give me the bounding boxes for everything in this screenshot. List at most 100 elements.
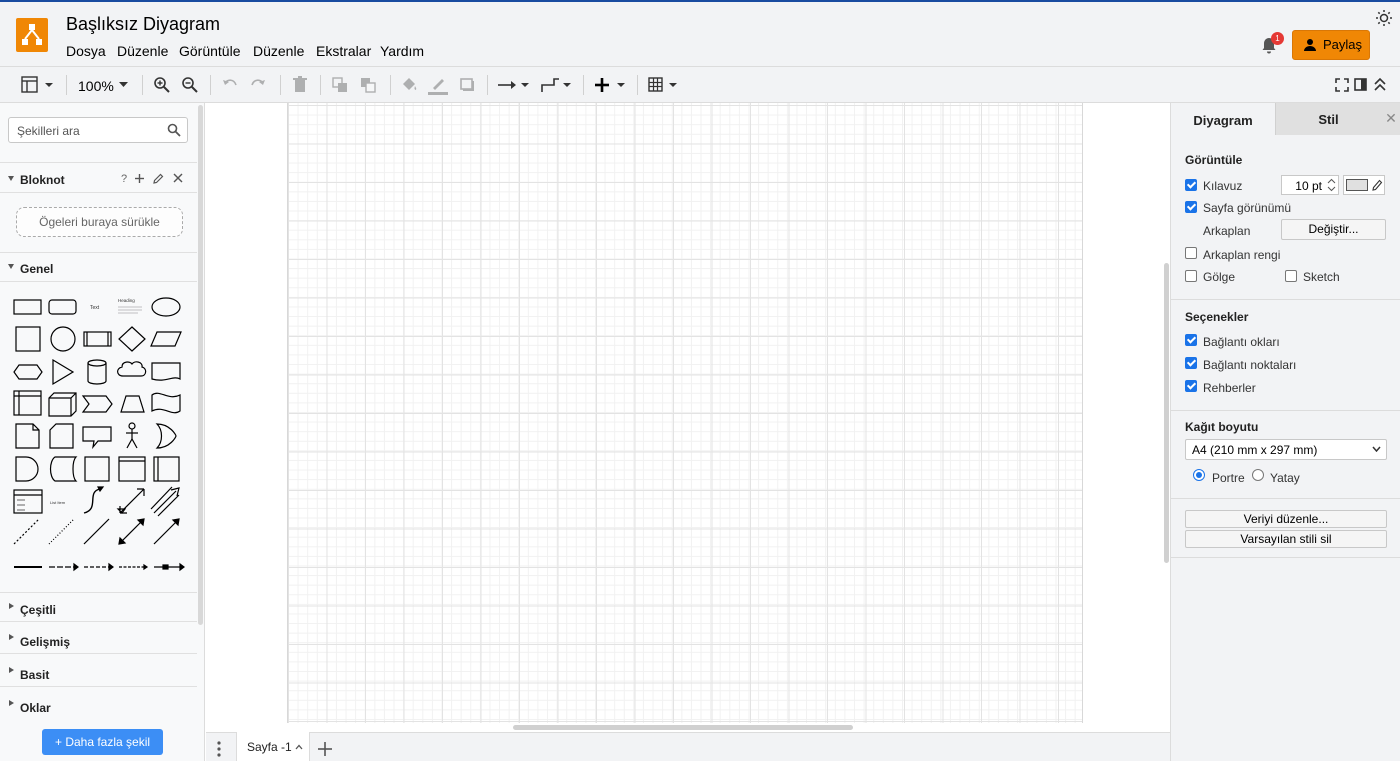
shape-cloud[interactable] <box>117 361 147 377</box>
edit-data-button[interactable]: Veriyi düzenle... <box>1185 510 1387 528</box>
format-panel-icon[interactable] <box>21 75 55 95</box>
zoom-select[interactable]: 100% <box>78 75 130 95</box>
shape-cube[interactable] <box>48 392 77 417</box>
shape-swimlane[interactable] <box>153 456 180 482</box>
shape-dashed-line[interactable] <box>13 518 40 545</box>
shape-rectangle[interactable] <box>13 299 42 315</box>
add-icon[interactable] <box>134 173 145 184</box>
shape-arrow[interactable] <box>150 486 180 517</box>
vertical-scrollbar[interactable] <box>1164 263 1169 563</box>
fill-color-icon[interactable] <box>400 75 418 95</box>
shape-line[interactable] <box>83 518 110 545</box>
connection-arrows-checkbox[interactable] <box>1185 334 1197 346</box>
grid-color-button[interactable] <box>1343 175 1385 195</box>
menu-file[interactable]: Dosya <box>66 43 106 59</box>
diagram-canvas[interactable] <box>206 103 1170 732</box>
share-button[interactable]: Paylaş <box>1292 30 1370 60</box>
tab-diagram[interactable]: Diyagram <box>1171 103 1275 135</box>
section-misc[interactable]: Çeşitli <box>0 592 197 622</box>
to-back-icon[interactable] <box>359 75 377 95</box>
more-shapes-button[interactable]: + Daha fazla şekil <box>42 729 163 755</box>
sidebar-scrollbar[interactable] <box>198 105 203 625</box>
sketch-checkbox[interactable] <box>1285 270 1297 282</box>
menu-help[interactable]: Yardım <box>380 43 424 59</box>
stepper-icon[interactable] <box>1327 178 1336 192</box>
shape-actor[interactable] <box>126 422 138 449</box>
section-arrows[interactable]: Oklar <box>0 690 197 720</box>
page-tab[interactable]: Sayfa -1 <box>236 732 310 761</box>
search-icon[interactable] <box>167 123 181 137</box>
shape-list[interactable] <box>13 489 43 514</box>
grid-checkbox[interactable] <box>1185 179 1197 191</box>
shape-circle[interactable] <box>50 326 76 352</box>
guides-checkbox[interactable] <box>1185 380 1197 392</box>
delete-icon[interactable] <box>291 75 309 95</box>
shape-square-2[interactable] <box>84 456 110 482</box>
to-front-icon[interactable] <box>331 75 349 95</box>
shape-step[interactable] <box>81 395 113 413</box>
close-icon[interactable] <box>173 173 183 183</box>
horizontal-scrollbar[interactable] <box>513 725 853 730</box>
shape-square[interactable] <box>15 326 41 352</box>
shape-bidirectional-arrow[interactable] <box>118 489 145 513</box>
zoom-out-icon[interactable] <box>181 75 199 95</box>
shape-note[interactable] <box>15 423 40 449</box>
shape-document[interactable] <box>151 362 181 381</box>
shape-search-input[interactable]: Şekilleri ara <box>8 117 188 143</box>
waypoints-icon[interactable] <box>540 75 572 95</box>
sun-icon[interactable] <box>1375 9 1393 27</box>
shape-link-arrow[interactable] <box>49 562 79 572</box>
shape-delay[interactable] <box>15 456 39 482</box>
diagram-title[interactable]: Başlıksız Diyagram <box>66 14 220 35</box>
section-advanced[interactable]: Gelişmiş <box>0 624 197 654</box>
menu-view[interactable]: Görüntüle <box>179 43 240 59</box>
background-color-checkbox[interactable] <box>1185 247 1197 259</box>
fullscreen-icon[interactable] <box>1335 75 1349 95</box>
section-general[interactable]: Genel <box>0 252 197 282</box>
grid-size-input[interactable]: 10 pt <box>1281 175 1339 195</box>
scratchpad-header[interactable]: Bloknot ? <box>0 162 197 193</box>
pages-menu-icon[interactable] <box>217 741 221 757</box>
line-color-icon[interactable] <box>428 75 448 95</box>
paper-size-select[interactable]: A4 (210 mm x 297 mm) <box>1185 439 1387 460</box>
shape-tape[interactable] <box>151 392 181 414</box>
shape-data-storage[interactable] <box>49 456 78 482</box>
shape-diamond[interactable] <box>118 326 146 352</box>
shape-dotted-line[interactable] <box>48 518 75 545</box>
add-page-icon[interactable] <box>318 742 332 756</box>
clear-default-style-button[interactable]: Varsayılan stili sil <box>1185 530 1387 548</box>
collapse-icon[interactable] <box>1373 75 1387 95</box>
toggle-panel-icon[interactable] <box>1354 75 1368 95</box>
shape-directional-connector[interactable] <box>153 518 180 545</box>
shadow-checkbox[interactable] <box>1185 270 1197 282</box>
undo-icon[interactable] <box>221 75 239 95</box>
landscape-radio[interactable] <box>1252 469 1264 481</box>
table-icon[interactable] <box>648 75 680 95</box>
menu-extras[interactable]: Ekstralar <box>316 43 371 59</box>
menu-edit[interactable]: Düzenle <box>117 43 168 59</box>
connection-points-checkbox[interactable] <box>1185 357 1197 369</box>
shadow-icon[interactable] <box>458 75 476 95</box>
close-panel-icon[interactable]: ✕ <box>1381 103 1400 135</box>
shape-trapezoid[interactable] <box>120 395 145 413</box>
diagram-page[interactable] <box>287 103 1083 723</box>
shape-textbox[interactable]: Heading <box>118 298 142 314</box>
shape-container[interactable] <box>118 456 146 482</box>
section-basic[interactable]: Basit <box>0 657 197 687</box>
shape-triangle[interactable] <box>52 358 75 386</box>
shape-list-item[interactable]: List Item <box>50 500 66 505</box>
shape-ellipse[interactable] <box>151 297 181 317</box>
connection-icon[interactable] <box>498 75 530 95</box>
help-icon[interactable]: ? <box>121 173 127 185</box>
zoom-in-icon[interactable] <box>153 75 171 95</box>
edit-icon[interactable] <box>152 173 164 185</box>
shape-card[interactable] <box>49 423 74 449</box>
shape-cylinder[interactable] <box>87 359 107 385</box>
shape-curve[interactable] <box>83 486 105 514</box>
shape-relation[interactable] <box>154 562 185 572</box>
shape-hexagon[interactable] <box>13 364 43 380</box>
shape-process[interactable] <box>83 331 112 347</box>
shape-parallelogram[interactable] <box>150 331 182 347</box>
shape-callout[interactable] <box>82 426 112 450</box>
chevron-up-icon[interactable] <box>295 744 303 750</box>
